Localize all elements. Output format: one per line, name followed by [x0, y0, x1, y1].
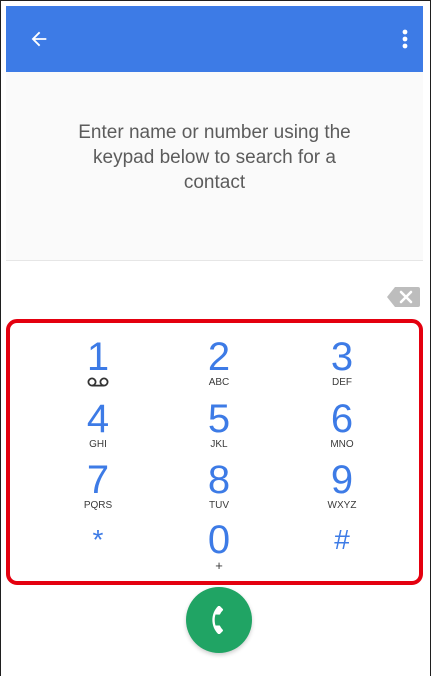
- search-hint-text: Enter name or number using the keypad be…: [78, 122, 351, 193]
- key-7[interactable]: 7 PQRS: [43, 460, 153, 520]
- key-2[interactable]: 2 ABC: [164, 337, 274, 397]
- key-letters: DEF: [332, 377, 352, 388]
- key-0[interactable]: 0 +: [164, 520, 274, 580]
- key-1[interactable]: 1: [43, 337, 153, 397]
- key-digit: 1: [86, 335, 110, 379]
- backspace-button[interactable]: [386, 286, 420, 308]
- search-hint-area: Enter name or number using the keypad be…: [6, 72, 423, 260]
- more-options-button[interactable]: [395, 24, 415, 54]
- key-6[interactable]: 6 MNO: [287, 399, 397, 459]
- key-digit: #: [334, 524, 350, 555]
- key-digit: 9: [330, 458, 354, 502]
- backspace-icon: [387, 287, 420, 307]
- more-vert-icon: [402, 29, 408, 49]
- phone-icon: [212, 606, 224, 634]
- key-digit: 4: [86, 397, 110, 441]
- key-letters: ABC: [208, 377, 230, 388]
- key-digit: 5: [207, 397, 231, 441]
- key-8[interactable]: 8 TUV: [164, 460, 274, 520]
- key-digit: 8: [207, 458, 231, 502]
- key-star[interactable]: *: [43, 520, 153, 580]
- arrow-left-icon: [31, 31, 47, 47]
- back-button[interactable]: [24, 24, 54, 54]
- key-digit: 2: [207, 335, 231, 379]
- key-letters: WXYZ: [327, 500, 357, 511]
- key-9[interactable]: 9 WXYZ: [287, 460, 397, 520]
- key-3[interactable]: 3 DEF: [287, 337, 397, 397]
- key-digit: 3: [330, 335, 354, 379]
- key-digit: 0: [207, 518, 231, 562]
- key-letters: TUV: [209, 500, 229, 511]
- key-pound[interactable]: #: [287, 520, 397, 580]
- key-digit: 6: [330, 397, 354, 441]
- call-button[interactable]: [186, 587, 252, 653]
- key-4[interactable]: 4 GHI: [43, 399, 153, 459]
- key-letters: +: [215, 558, 223, 573]
- key-digit: *: [92, 524, 104, 555]
- key-5[interactable]: 5 JKL: [164, 399, 274, 459]
- dial-input[interactable]: [6, 261, 423, 321]
- app-bar: [6, 6, 423, 72]
- key-digit: 7: [86, 458, 110, 502]
- key-letters: GHI: [89, 439, 107, 450]
- key-letters: PQRS: [83, 500, 113, 511]
- key-letters: MNO: [330, 439, 354, 450]
- key-letters: JKL: [210, 439, 228, 450]
